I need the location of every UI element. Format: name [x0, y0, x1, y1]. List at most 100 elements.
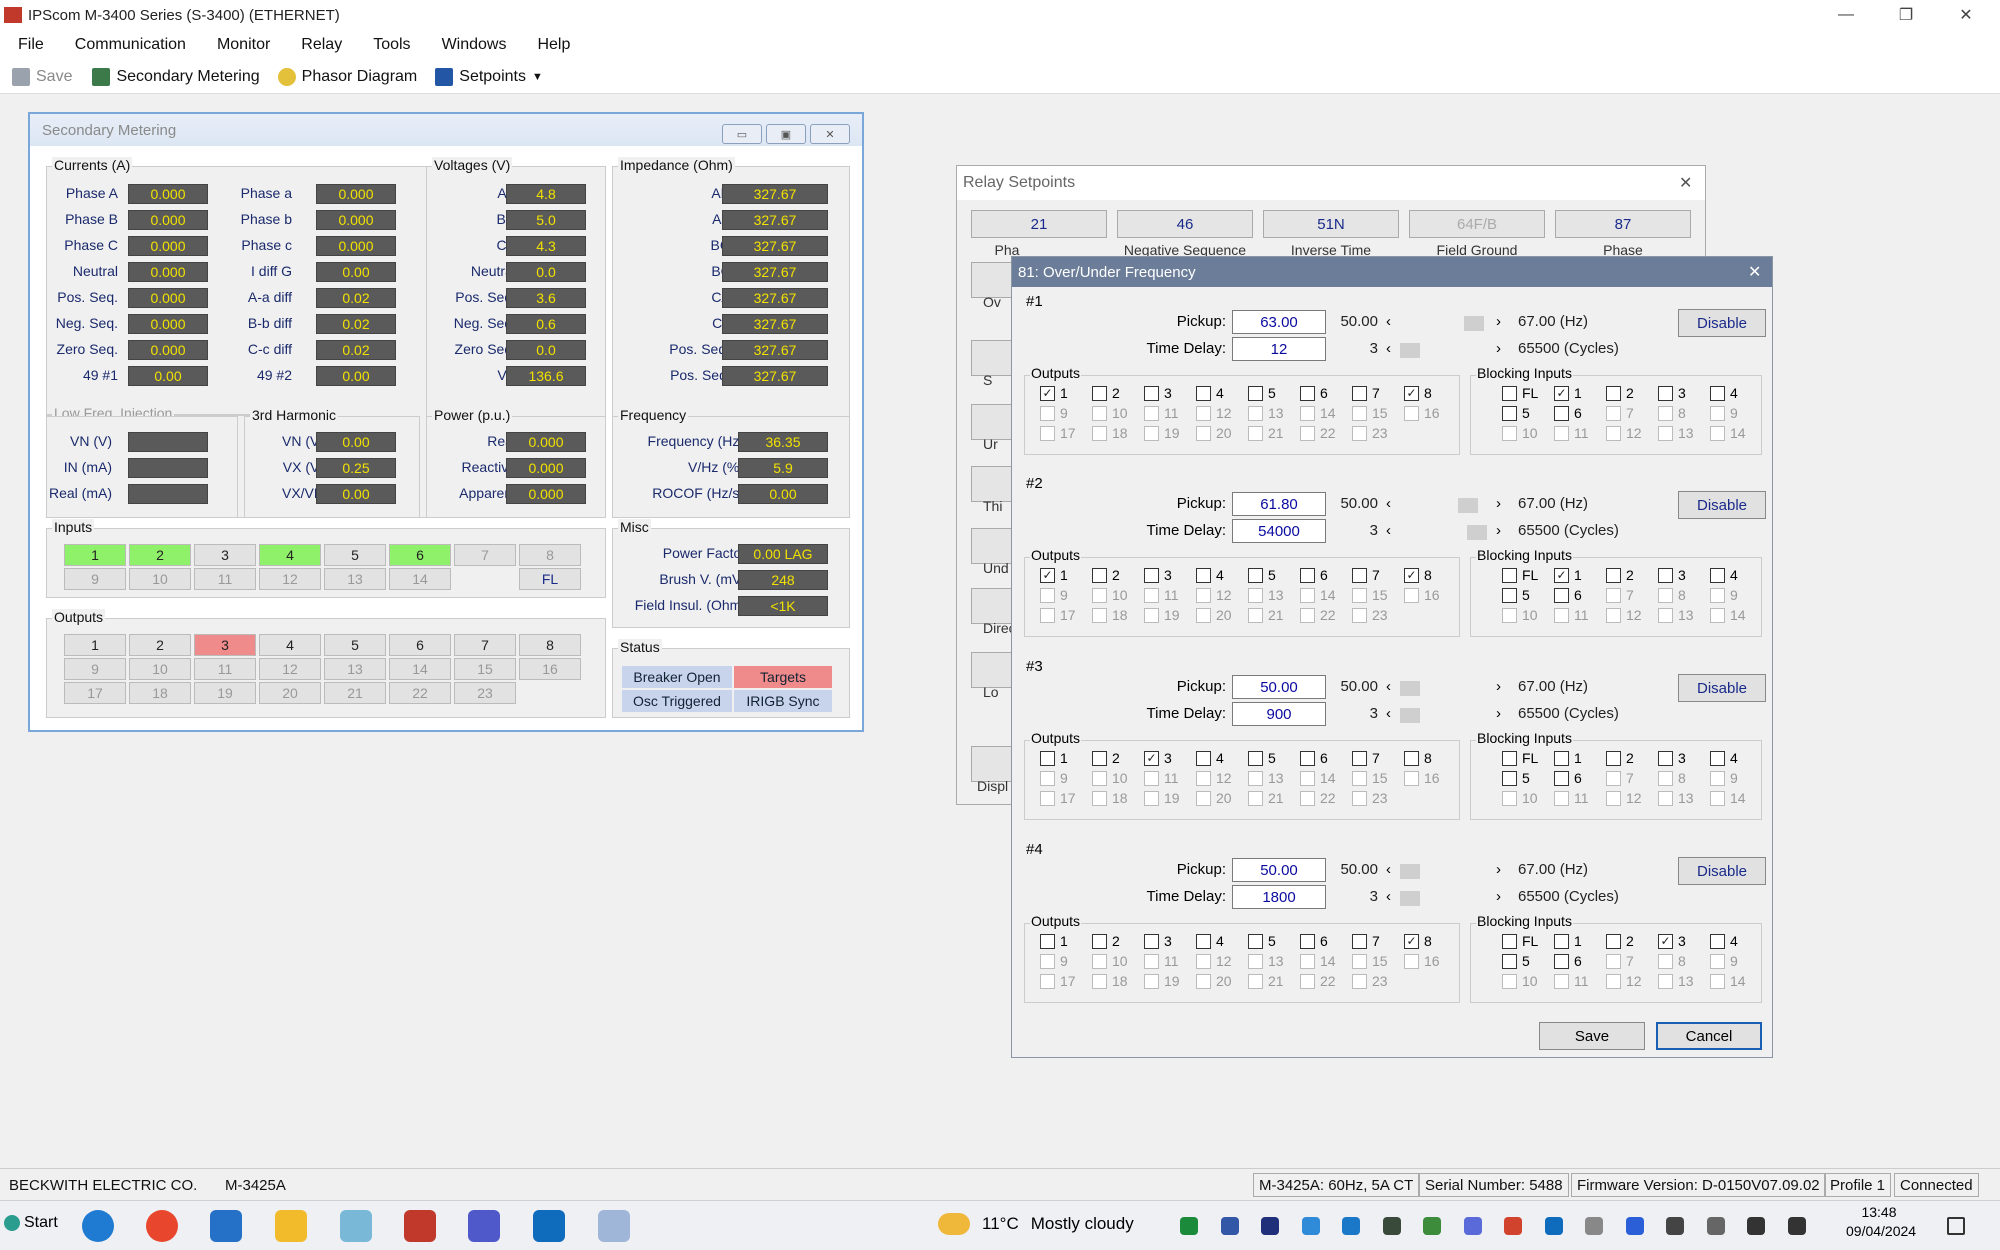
chevron-left-icon[interactable]: ‹ — [1386, 313, 1391, 330]
close-icon[interactable]: ✕ — [1679, 173, 1692, 193]
save-button[interactable]: Save — [1539, 1022, 1645, 1050]
output-checkbox-1[interactable]: ✓ 1 — [1040, 385, 1068, 401]
disable-button[interactable]: Disable — [1678, 857, 1766, 885]
blocking-checkbox-FL[interactable]: FL — [1502, 567, 1538, 583]
output-checkbox-5[interactable]: 5 — [1248, 750, 1276, 766]
time-delay-input[interactable]: 1800 — [1232, 885, 1326, 909]
outlook-tray-icon[interactable] — [1544, 1217, 1563, 1235]
chevron-right-icon[interactable]: › — [1496, 861, 1501, 878]
pickup-input[interactable]: 61.80 — [1232, 492, 1326, 516]
output-checkbox-5[interactable]: 5 — [1248, 567, 1276, 583]
side-button[interactable] — [971, 340, 1015, 376]
blocking-checkbox-3[interactable]: 3 — [1658, 385, 1686, 401]
output-checkbox-8[interactable]: 8 — [1404, 750, 1432, 766]
blocking-checkbox-FL[interactable]: FL — [1502, 750, 1538, 766]
pickup-slider[interactable]: ‹ › — [1386, 495, 1504, 515]
output-checkbox-1[interactable]: ✓ 1 — [1040, 567, 1068, 583]
vpn-icon[interactable] — [1463, 1217, 1482, 1235]
chevron-right-icon[interactable]: › — [1496, 678, 1501, 695]
output-checkbox-4[interactable]: 4 — [1196, 933, 1224, 949]
phasor-diagram-button[interactable]: Phasor Diagram — [277, 67, 417, 86]
chevron-left-icon[interactable]: ‹ — [1386, 705, 1391, 722]
secondary-metering-window[interactable]: Secondary Metering ▭ ▣ ✕ Currents (A) Pha… — [28, 112, 864, 732]
menu-file[interactable]: File — [0, 36, 57, 54]
output-checkbox-6[interactable]: 6 — [1300, 750, 1328, 766]
slider-thumb[interactable] — [1399, 891, 1420, 906]
output-checkbox-4[interactable]: 4 — [1196, 385, 1224, 401]
notifications-icon[interactable] — [1947, 1217, 1965, 1235]
pickup-slider[interactable]: ‹ › — [1386, 861, 1504, 881]
secondary-metering-button[interactable]: Secondary Metering — [92, 67, 260, 86]
chevron-right-icon[interactable]: › — [1496, 888, 1501, 905]
cancel-button[interactable]: Cancel — [1656, 1022, 1762, 1050]
mail-icon[interactable] — [210, 1210, 242, 1242]
chevron-right-icon[interactable]: › — [1496, 313, 1501, 330]
blocking-checkbox-1[interactable]: ✓ 1 — [1554, 385, 1582, 401]
blocking-checkbox-FL[interactable]: FL — [1502, 385, 1538, 401]
chevron-right-icon[interactable]: › — [1496, 522, 1501, 539]
output-checkbox-6[interactable]: 6 — [1300, 933, 1328, 949]
blocking-checkbox-5[interactable]: 5 — [1502, 953, 1530, 969]
blocking-checkbox-5[interactable]: 5 — [1502, 770, 1530, 786]
time-delay-slider[interactable]: ‹ › — [1386, 888, 1504, 908]
start-button[interactable]: Start — [4, 1214, 58, 1232]
disable-button[interactable]: Disable — [1678, 309, 1766, 337]
save-button[interactable]: Save — [12, 67, 72, 86]
close-button[interactable]: ✕ — [810, 124, 850, 144]
outlook-icon[interactable] — [533, 1210, 565, 1242]
photos-icon[interactable] — [340, 1210, 372, 1242]
output-checkbox-1[interactable]: 1 — [1040, 750, 1068, 766]
slider-thumb[interactable] — [1399, 864, 1420, 879]
tab-button[interactable]: 51N — [1263, 210, 1399, 238]
output-checkbox-5[interactable]: 5 — [1248, 385, 1276, 401]
menu-windows[interactable]: Windows — [424, 36, 520, 54]
blocking-checkbox-2[interactable]: 2 — [1606, 567, 1634, 583]
blocking-checkbox-2[interactable]: 2 — [1606, 933, 1634, 949]
usb-icon[interactable] — [1585, 1217, 1603, 1235]
pickup-input[interactable]: 50.00 — [1232, 858, 1326, 882]
output-checkbox-8[interactable]: ✓ 8 — [1404, 567, 1432, 583]
chevron-left-icon[interactable]: ‹ — [1386, 888, 1391, 905]
color-icon[interactable] — [1504, 1217, 1522, 1235]
close-button[interactable]: ✕ — [1936, 0, 1996, 30]
blocking-checkbox-6[interactable]: 6 — [1554, 953, 1582, 969]
side-button[interactable] — [971, 466, 1015, 502]
output-checkbox-7[interactable]: 7 — [1352, 567, 1380, 583]
blocking-checkbox-5[interactable]: 5 — [1502, 405, 1530, 421]
chevron-left-icon[interactable]: ‹ — [1386, 340, 1391, 357]
pickup-input[interactable]: 50.00 — [1232, 675, 1326, 699]
teams-icon[interactable] — [468, 1210, 500, 1242]
tab-button[interactable]: 64F/B — [1409, 210, 1545, 238]
time-delay-input[interactable]: 54000 — [1232, 519, 1326, 543]
chevron-right-icon[interactable]: › — [1496, 495, 1501, 512]
ipscom-icon[interactable] — [404, 1210, 436, 1242]
tab-button[interactable]: 21 — [971, 210, 1107, 238]
output-checkbox-2[interactable]: 2 — [1092, 750, 1120, 766]
output-checkbox-2[interactable]: 2 — [1092, 933, 1120, 949]
network-tool-icon[interactable] — [1382, 1217, 1401, 1235]
file-explorer-icon[interactable] — [275, 1210, 307, 1242]
chevron-right-icon[interactable]: › — [1496, 705, 1501, 722]
maximize-button[interactable]: ▣ — [766, 124, 806, 144]
disable-button[interactable]: Disable — [1678, 674, 1766, 702]
chevron-right-icon[interactable]: › — [1496, 340, 1501, 357]
output-checkbox-5[interactable]: 5 — [1248, 933, 1276, 949]
tab-button[interactable]: 46 — [1117, 210, 1253, 238]
chevron-left-icon[interactable]: ‹ — [1386, 495, 1391, 512]
side-button[interactable] — [971, 262, 1015, 298]
frequency-dialog[interactable]: 81: Over/Under Frequency ✕ #1 Pickup: Time … — [1011, 256, 1773, 1058]
pickup-slider[interactable]: ‹ › — [1386, 313, 1504, 333]
output-checkbox-6[interactable]: 6 — [1300, 385, 1328, 401]
wifi-icon[interactable] — [1747, 1217, 1765, 1235]
blocking-checkbox-1[interactable]: 1 — [1554, 750, 1582, 766]
setpoints-button[interactable]: Setpoints ▼ — [435, 67, 543, 86]
side-button[interactable] — [971, 404, 1015, 440]
time-delay-input[interactable]: 900 — [1232, 702, 1326, 726]
output-checkbox-2[interactable]: 2 — [1092, 567, 1120, 583]
edge-icon[interactable] — [82, 1210, 114, 1242]
side-button[interactable] — [971, 652, 1015, 688]
blocking-checkbox-FL[interactable]: FL — [1502, 933, 1538, 949]
output-checkbox-2[interactable]: 2 — [1092, 385, 1120, 401]
slider-thumb[interactable] — [1399, 681, 1420, 696]
tab-button[interactable]: 87 — [1555, 210, 1691, 238]
